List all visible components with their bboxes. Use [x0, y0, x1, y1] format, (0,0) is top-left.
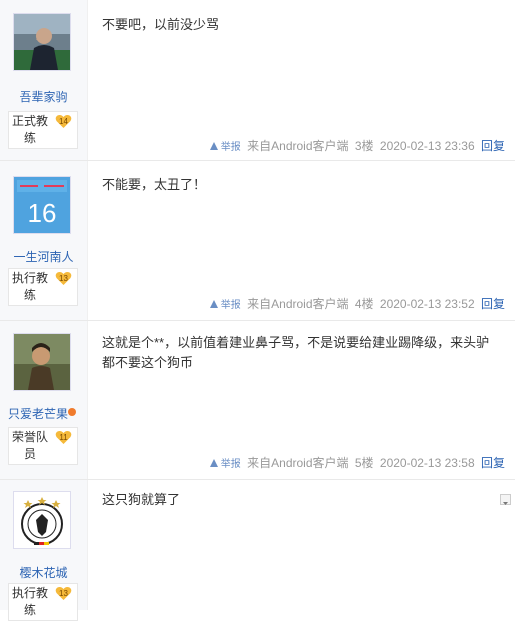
post-time: 2020-02-13 23:52 — [379, 297, 475, 311]
level-heart-icon: 14 — [55, 115, 72, 128]
avatar[interactable] — [13, 13, 71, 71]
username-link[interactable]: 一生河南人 — [0, 248, 87, 265]
user-panel: 樱木花城 执行教 练 13 — [0, 480, 88, 621]
post-content: 不能要，太丑了！ — [102, 177, 207, 192]
report-link[interactable]: 举报 — [209, 300, 241, 311]
rank-title: 执行教 — [12, 271, 49, 285]
floor-number: 5楼 — [354, 456, 374, 470]
post-content: 这只狗就算了 — [102, 492, 181, 507]
rank-title-cont: 练 — [24, 288, 37, 302]
user-panel: 吾辈家驹 正式教 练 14 — [0, 0, 88, 160]
user-panel: 16 一生河南人 执行教 练 13 — [0, 161, 88, 320]
post-floor-3: 吾辈家驹 正式教 练 14 不要吧，以前没少骂 举报 来自Android客户端 … — [0, 0, 515, 161]
user-rank-badge[interactable]: 执行教 练 13 — [8, 268, 78, 306]
post-menu-dropdown[interactable] — [500, 494, 511, 505]
post-floor-4: 16 一生河南人 执行教 练 13 不能要，太丑了！ 举报 来自Android客… — [0, 161, 515, 321]
username-link[interactable]: 只爱老芒果 — [0, 405, 78, 422]
post-floor-5: 只爱老芒果 荣誉队 员 11 这就是个**，以前值着建业鼻子骂，不是说要给建业踢… — [0, 321, 515, 480]
warning-icon — [209, 300, 218, 308]
svg-text:13: 13 — [59, 589, 68, 598]
username-link[interactable]: 吾辈家驹 — [0, 88, 87, 105]
svg-text:13: 13 — [59, 274, 68, 283]
user-rank-badge[interactable]: 荣誉队 员 11 — [8, 427, 78, 465]
reply-link[interactable]: 回复 — [481, 297, 505, 311]
level-heart-icon: 13 — [55, 272, 72, 285]
post-floor-6: 樱木花城 执行教 练 13 这只狗就算了 — [0, 480, 515, 621]
post-tail: 举报 来自Android客户端 4楼 2020-02-13 23:52 回复 — [207, 295, 505, 312]
user-panel: 只爱老芒果 荣誉队 员 11 — [0, 321, 88, 479]
post-source: 来自Android客户端 — [247, 297, 349, 311]
post-content: 这就是个**，以前值着建业鼻子骂，不是说要给建业踢降级，来头驴都不要这个狗币 — [102, 335, 490, 370]
warning-icon — [209, 459, 218, 467]
username-link[interactable]: 樱木花城 — [0, 564, 87, 581]
avatar[interactable] — [13, 491, 71, 549]
rank-title: 正式教 — [12, 114, 49, 128]
post-time: 2020-02-13 23:36 — [379, 139, 475, 153]
post-content: 不要吧，以前没少骂 — [102, 17, 220, 32]
level-heart-icon: 11 — [55, 431, 72, 444]
warning-icon — [209, 142, 218, 150]
level-heart-icon: 13 — [55, 587, 72, 600]
rank-title: 执行教 — [12, 586, 49, 600]
avatar[interactable] — [13, 333, 71, 391]
rank-title: 荣誉队 — [12, 430, 49, 444]
post-tail: 举报 来自Android客户端 5楼 2020-02-13 23:58 回复 — [207, 454, 505, 471]
user-rank-badge[interactable]: 执行教 练 13 — [8, 583, 78, 621]
reply-link[interactable]: 回复 — [481, 139, 505, 153]
reply-link[interactable]: 回复 — [481, 456, 505, 470]
post-time: 2020-02-13 23:58 — [379, 456, 475, 470]
svg-text:11: 11 — [59, 433, 68, 442]
rank-title-cont: 练 — [24, 603, 37, 617]
online-status-icon — [68, 408, 76, 416]
post-tail: 举报 来自Android客户端 3楼 2020-02-13 23:36 回复 — [207, 137, 505, 154]
post-source: 来自Android客户端 — [247, 139, 349, 153]
report-link[interactable]: 举报 — [209, 459, 241, 470]
avatar[interactable]: 16 — [13, 176, 71, 234]
post-source: 来自Android客户端 — [247, 456, 349, 470]
rank-title-cont: 练 — [24, 131, 37, 145]
floor-number: 3楼 — [354, 139, 374, 153]
user-rank-badge[interactable]: 正式教 练 14 — [8, 111, 78, 149]
svg-text:16: 16 — [28, 198, 57, 228]
report-link[interactable]: 举报 — [209, 142, 241, 153]
rank-title-cont: 员 — [24, 447, 37, 461]
chevron-down-icon — [503, 502, 508, 505]
floor-number: 4楼 — [354, 297, 374, 311]
svg-text:14: 14 — [59, 117, 68, 126]
